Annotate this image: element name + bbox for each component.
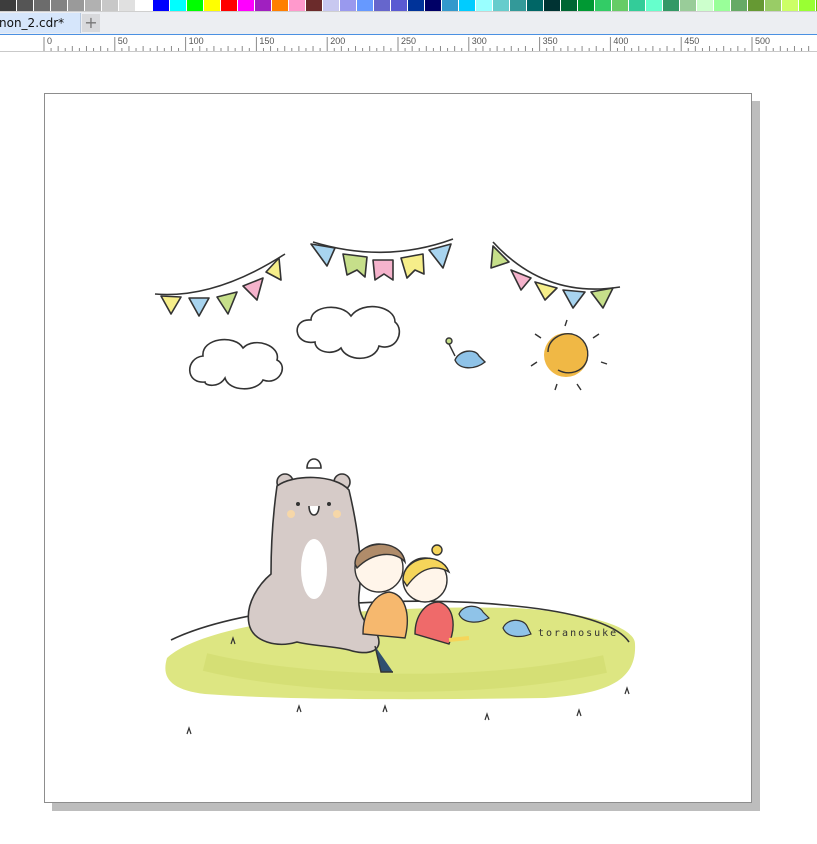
color-swatch[interactable] [527,0,544,11]
color-swatch[interactable] [646,0,663,11]
color-swatch[interactable] [697,0,714,11]
ruler-label: 300 [472,36,487,46]
horizontal-ruler[interactable]: 0 50 100 150 200 250 300 350 400 450 500 [0,35,817,52]
color-swatch[interactable] [680,0,697,11]
document-tab-bar: non_2.cdr* + [0,12,817,35]
sun [530,319,608,391]
color-swatch[interactable] [204,0,221,11]
color-swatch[interactable] [612,0,629,11]
color-swatch[interactable] [714,0,731,11]
color-swatch[interactable] [799,0,816,11]
color-swatch[interactable] [102,0,119,11]
color-swatch[interactable] [408,0,425,11]
color-swatch[interactable] [459,0,476,11]
color-swatch[interactable] [272,0,289,11]
ruler-label: 400 [613,36,628,46]
color-swatch[interactable] [510,0,527,11]
color-swatch[interactable] [782,0,799,11]
color-swatch[interactable] [34,0,51,11]
color-swatch[interactable] [17,0,34,11]
color-swatch[interactable] [323,0,340,11]
color-swatch[interactable] [289,0,306,11]
color-swatch[interactable] [0,0,17,11]
ruler-label: 0 [47,36,52,46]
color-swatch[interactable] [544,0,561,11]
drawing-page[interactable]: toranosuke [44,93,752,803]
color-swatch[interactable] [561,0,578,11]
ruler-label: 200 [330,36,345,46]
color-swatch[interactable] [306,0,323,11]
ruler-label: 450 [684,36,699,46]
ruler-label: 50 [118,36,128,46]
color-swatch[interactable] [153,0,170,11]
add-tab-button[interactable]: + [82,14,100,32]
ruler-label: 500 [755,36,770,46]
document-tab-label: non_2.cdr* [0,16,65,30]
ruler-label: 350 [543,36,558,46]
drawing-workspace[interactable]: toranosuke [0,52,817,844]
color-swatch[interactable] [578,0,595,11]
color-swatch[interactable] [221,0,238,11]
color-swatch[interactable] [425,0,442,11]
document-tab[interactable]: non_2.cdr* [0,13,81,33]
bunting-right [490,241,621,309]
bunting-left [154,253,286,317]
color-swatch[interactable] [340,0,357,11]
color-swatch[interactable] [374,0,391,11]
ruler-label: 250 [401,36,416,46]
ruler-label: 150 [259,36,274,46]
artist-signature: toranosuke [538,628,619,639]
color-swatch[interactable] [476,0,493,11]
color-swatch[interactable] [748,0,765,11]
illustration[interactable] [45,94,753,804]
color-swatch[interactable] [391,0,408,11]
color-swatch[interactable] [51,0,68,11]
color-swatch[interactable] [595,0,612,11]
bunting-middle [310,238,454,281]
color-swatch[interactable] [187,0,204,11]
cloud-middle [296,305,401,360]
color-swatch[interactable] [85,0,102,11]
color-swatch[interactable] [119,0,136,11]
color-swatch[interactable] [663,0,680,11]
color-swatch[interactable] [68,0,85,11]
ruler-label: 100 [189,36,204,46]
color-swatch[interactable] [170,0,187,11]
color-swatch[interactable] [255,0,272,11]
color-swatch[interactable] [731,0,748,11]
color-swatch[interactable] [442,0,459,11]
bird-with-flower [445,337,487,369]
cloud-left [189,338,283,390]
color-swatch[interactable] [629,0,646,11]
color-swatch[interactable] [493,0,510,11]
color-swatch[interactable] [765,0,782,11]
color-palette[interactable] [0,0,817,12]
color-swatch[interactable] [238,0,255,11]
color-swatch[interactable] [136,0,153,11]
color-swatch[interactable] [357,0,374,11]
